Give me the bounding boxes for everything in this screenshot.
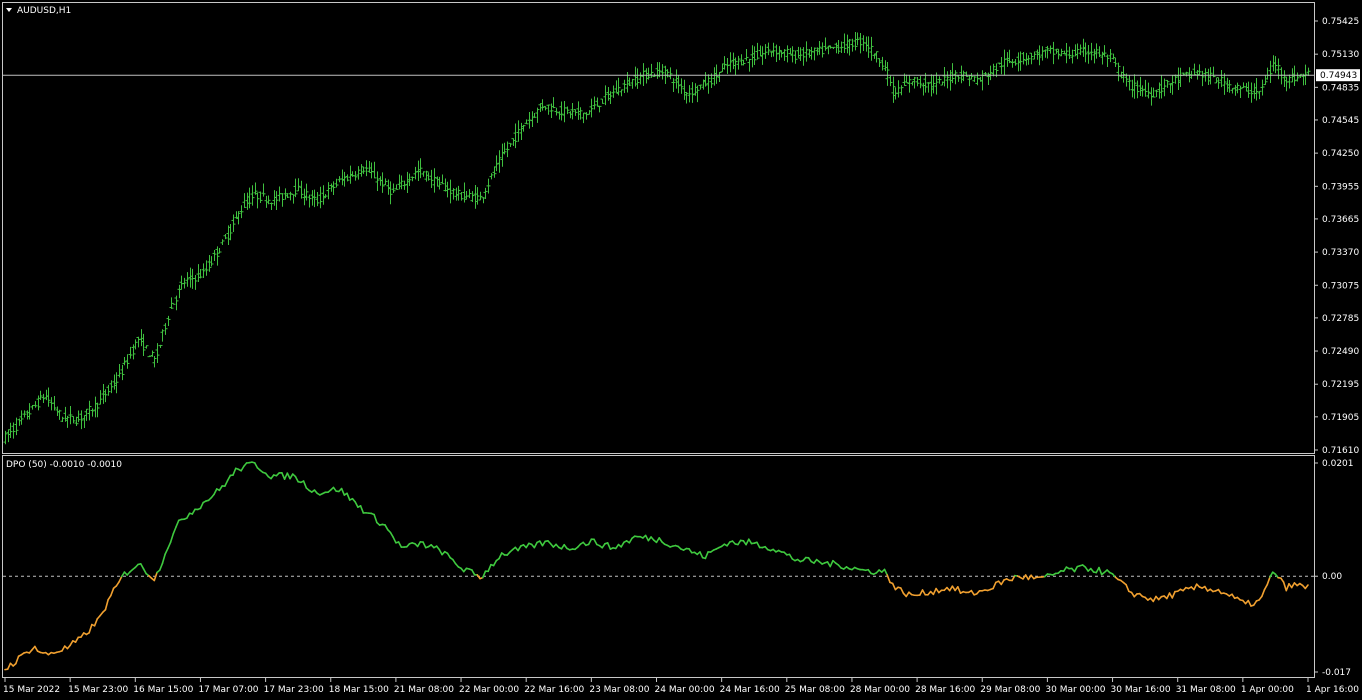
price-tick-label: 0.73370 xyxy=(1322,248,1359,258)
time-tick-label: 15 Mar 2022 xyxy=(3,685,60,695)
indicator-label: DPO (50) -0.0010 -0.0010 xyxy=(6,460,122,470)
time-tick-label: 16 Mar 15:00 xyxy=(133,685,193,695)
price-tick-label: 0.73665 xyxy=(1322,215,1359,225)
price-tick-label: 0.71610 xyxy=(1322,446,1359,456)
price-tick-label: 0.73075 xyxy=(1322,281,1359,291)
time-tick-label: 28 Mar 00:00 xyxy=(850,685,910,695)
time-tick-label: 17 Mar 07:00 xyxy=(198,685,258,695)
indicator-tick-label: -0.017 xyxy=(1322,668,1351,678)
time-tick-label: 1 Apr 00:00 xyxy=(1241,685,1294,695)
time-tick-label: 22 Mar 16:00 xyxy=(524,685,584,695)
time-tick-label: 31 Mar 08:00 xyxy=(1176,685,1236,695)
symbol-label: AUDUSD,H1 xyxy=(17,6,71,16)
time-tick-label: 29 Mar 08:00 xyxy=(980,685,1040,695)
price-tick-label: 0.73955 xyxy=(1322,182,1359,192)
time-tick-label: 15 Mar 23:00 xyxy=(68,685,128,695)
time-tick-label: 28 Mar 16:00 xyxy=(915,685,975,695)
price-tick-label: 0.72490 xyxy=(1322,347,1359,357)
time-tick-label: 1 Apr 16:00 xyxy=(1306,685,1359,695)
time-tick-label: 25 Mar 08:00 xyxy=(785,685,845,695)
chart-background xyxy=(0,0,1362,700)
price-tick-label: 0.72195 xyxy=(1322,380,1359,390)
time-tick-label: 21 Mar 08:00 xyxy=(394,685,454,695)
chart-root[interactable]: 0.75425 0.75130 0.74835 0.74545 0.74250 0.739… xyxy=(0,0,1362,700)
indicator-tick-label: 0.0201 xyxy=(1322,459,1354,469)
time-tick-label: 30 Mar 00:00 xyxy=(1045,685,1105,695)
time-tick-label: 22 Mar 00:00 xyxy=(459,685,519,695)
current-price-label: 0.74943 xyxy=(1320,71,1357,81)
price-tick-label: 0.74545 xyxy=(1322,116,1359,126)
time-tick-label: 24 Mar 16:00 xyxy=(720,685,780,695)
time-tick-label: 17 Mar 23:00 xyxy=(264,685,324,695)
time-tick-label: 23 Mar 08:00 xyxy=(589,685,649,695)
time-tick-label: 18 Mar 15:00 xyxy=(329,685,389,695)
indicator-tick-label: 0.00 xyxy=(1322,572,1342,582)
price-tick-label: 0.72785 xyxy=(1322,314,1359,324)
price-tick-label: 0.74835 xyxy=(1322,83,1359,93)
price-tick-label: 0.75425 xyxy=(1322,17,1359,27)
time-tick-label: 30 Mar 16:00 xyxy=(1111,685,1171,695)
time-tick-label: 24 Mar 00:00 xyxy=(655,685,715,695)
price-tick-label: 0.74250 xyxy=(1322,149,1359,159)
price-tick-label: 0.75130 xyxy=(1322,50,1359,60)
price-tick-label: 0.71905 xyxy=(1322,413,1359,423)
